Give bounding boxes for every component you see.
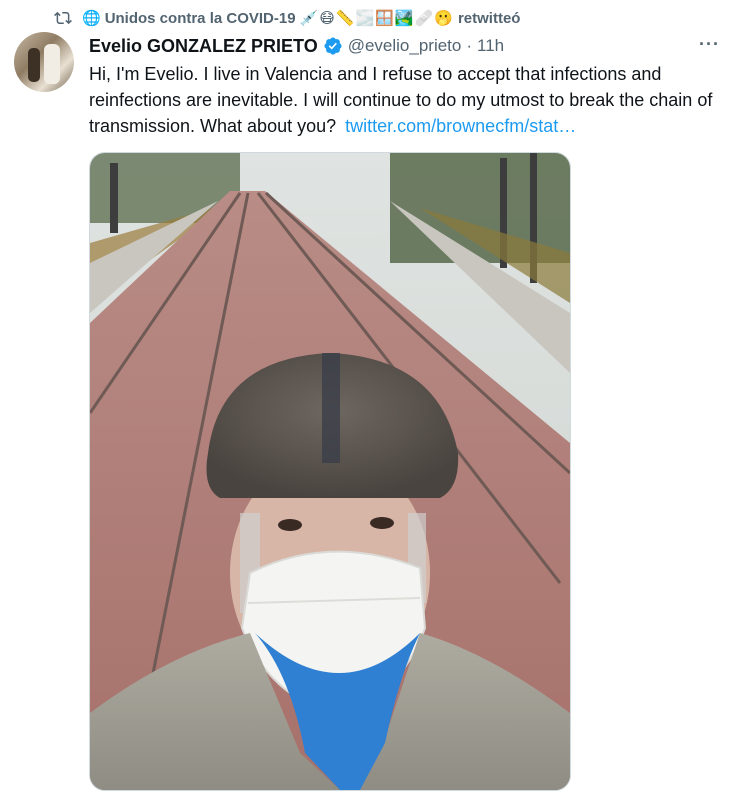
- retweet-icon: [52, 8, 74, 28]
- tweet-photo[interactable]: [89, 152, 571, 791]
- retweeter-emoji-string: 💉😷📏🌫️🪟🏞️🩹🫢: [299, 10, 454, 27]
- tweet-card[interactable]: 🌐 Unidos contra la COVID-19 💉😷📏🌫️🪟🏞️🩹🫢 r…: [0, 0, 734, 798]
- retweeter-name-link[interactable]: Unidos contra la COVID-19: [105, 10, 296, 27]
- verified-badge-icon: [323, 36, 343, 56]
- globe-icon: 🌐: [82, 10, 101, 27]
- author-display-name[interactable]: Evelio GONZALEZ PRIETO: [89, 36, 318, 57]
- retweet-action-label: retwitteó: [457, 9, 521, 27]
- tweet-body: Hi, I'm Evelio. I live in Valencia and I…: [89, 61, 714, 139]
- tweet-timestamp[interactable]: 11h: [477, 36, 504, 56]
- separator-dot: ·: [466, 36, 473, 55]
- avatar[interactable]: [14, 32, 74, 92]
- author-handle[interactable]: @evelio_prieto: [348, 36, 462, 56]
- more-options-icon[interactable]: ···: [699, 34, 720, 55]
- tweet-header: Evelio GONZALEZ PRIETO @evelio_prieto · …: [89, 34, 720, 58]
- retweet-context: 🌐 Unidos contra la COVID-19 💉😷📏🌫️🪟🏞️🩹🫢 r…: [52, 8, 520, 28]
- tweet-link[interactable]: twitter.com/brownecfm/stat…: [345, 116, 576, 136]
